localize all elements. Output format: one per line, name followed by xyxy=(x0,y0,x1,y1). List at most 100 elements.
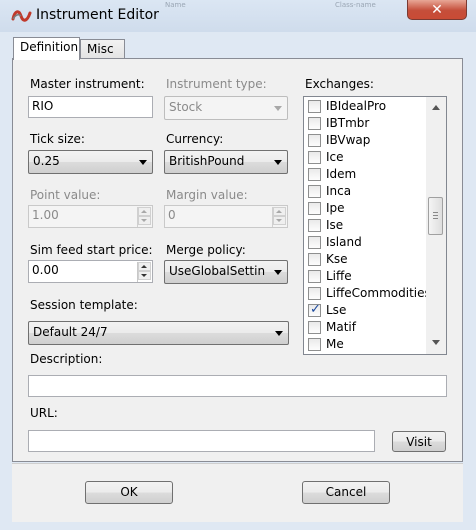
margin-value-label: Margin value: xyxy=(166,188,248,202)
chevron-down-icon xyxy=(274,160,282,165)
exchanges-label: Exchanges: xyxy=(305,77,374,91)
exchange-item[interactable]: IBTmbr xyxy=(305,115,425,132)
exchange-item[interactable]: Me xyxy=(305,336,425,353)
exchange-checkbox[interactable] xyxy=(308,134,321,147)
tab-definition[interactable]: Definition xyxy=(13,37,80,60)
exchange-checkbox[interactable] xyxy=(308,302,321,317)
scrollbar-thumb[interactable] xyxy=(428,197,443,235)
master-instrument-label: Master instrument: xyxy=(30,77,145,91)
merge-policy-label: Merge policy: xyxy=(166,243,246,257)
exchange-item[interactable]: Island xyxy=(305,234,425,251)
point-value-label: Point value: xyxy=(30,188,101,202)
exchange-item[interactable]: Inca xyxy=(305,183,425,200)
exchange-name: IBIdealPro xyxy=(326,99,387,113)
exchange-checkbox[interactable] xyxy=(308,338,321,351)
exchange-checkbox[interactable] xyxy=(308,100,321,113)
chevron-down-icon xyxy=(274,106,282,111)
session-template-value: Default 24/7 xyxy=(33,325,108,339)
tab-misc[interactable]: Misc xyxy=(80,39,125,59)
exchange-name: Kse xyxy=(326,252,348,266)
close-icon: ✕ xyxy=(431,1,443,18)
scroll-down-icon[interactable] xyxy=(432,340,440,345)
exchange-item[interactable]: Kse xyxy=(305,251,425,268)
exchange-name: Island xyxy=(326,235,362,249)
currency-value: BritishPound xyxy=(169,154,245,168)
sim-feed-start-price-label: Sim feed start price: xyxy=(30,243,153,257)
currency-label: Currency: xyxy=(166,132,224,146)
instrument-type-label: Instrument type: xyxy=(166,77,267,91)
exchange-checkbox[interactable] xyxy=(308,287,321,300)
exchange-name: Lse xyxy=(326,303,347,317)
exchange-name: Liffe xyxy=(326,269,352,283)
exchange-name: Ise xyxy=(326,218,344,232)
window-title: Instrument Editor xyxy=(36,7,159,23)
exchange-name: Ice xyxy=(326,150,344,164)
exchange-item[interactable]: Liffe xyxy=(305,268,425,285)
exchange-checkbox[interactable] xyxy=(308,168,321,181)
exchange-checkbox[interactable] xyxy=(308,185,321,198)
sim-feed-price-stepper[interactable] xyxy=(137,262,151,282)
dialog-footer xyxy=(12,463,463,522)
exchange-name: LiffeCommodities xyxy=(326,286,431,300)
background-column-label: Class-name xyxy=(335,1,376,9)
exchange-item[interactable]: Ipe xyxy=(305,200,425,217)
instrument-type-value: Stock xyxy=(169,100,203,114)
exchange-checkbox[interactable] xyxy=(308,117,321,130)
chevron-down-icon xyxy=(139,160,147,165)
arrow-up-icon xyxy=(276,210,282,213)
margin-value-input[interactable]: 0 xyxy=(164,205,288,228)
visit-button[interactable]: Visit xyxy=(392,431,446,452)
point-value-value: 1.00 xyxy=(32,208,59,222)
exchange-name: Inca xyxy=(326,184,352,198)
exchange-item[interactable]: Lse xyxy=(305,302,425,319)
exchange-item[interactable]: Ice xyxy=(305,149,425,166)
exchange-checkbox[interactable] xyxy=(308,219,321,232)
point-value-stepper[interactable] xyxy=(137,207,151,227)
cancel-button[interactable]: Cancel xyxy=(302,481,390,504)
exchange-checkbox[interactable] xyxy=(308,253,321,266)
exchange-name: Me xyxy=(326,337,344,351)
exchange-item[interactable]: IBVwap xyxy=(305,132,425,149)
currency-select[interactable]: BritishPound xyxy=(164,150,288,174)
session-template-label: Session template: xyxy=(30,298,138,312)
exchange-name: IBTmbr xyxy=(326,116,370,130)
margin-value-stepper[interactable] xyxy=(272,207,286,227)
exchanges-list[interactable]: Me Matif Lse LiffeCommodities Liffe Kse Island… xyxy=(303,96,447,355)
chevron-down-icon xyxy=(275,331,283,336)
description-label: Description: xyxy=(30,352,103,366)
exchange-checkbox[interactable] xyxy=(308,236,321,249)
url-input[interactable] xyxy=(28,430,375,452)
merge-policy-select[interactable]: UseGlobalSettin xyxy=(164,260,288,284)
exchange-item[interactable]: Matif xyxy=(305,319,425,336)
margin-value-value: 0 xyxy=(168,208,176,222)
exchange-checkbox[interactable] xyxy=(308,202,321,215)
tick-size-select[interactable]: 0.25 xyxy=(28,150,153,174)
session-template-select[interactable]: Default 24/7 xyxy=(28,321,289,345)
tick-size-value: 0.25 xyxy=(33,154,60,168)
scroll-up-icon[interactable] xyxy=(432,105,440,110)
exchange-checkbox[interactable] xyxy=(308,270,321,283)
close-button[interactable]: ✕ xyxy=(407,0,467,20)
description-input[interactable] xyxy=(28,375,447,397)
arrow-up-icon xyxy=(141,265,147,268)
url-label: URL: xyxy=(30,406,58,420)
background-column-label: Name xyxy=(165,1,186,9)
arrow-down-icon xyxy=(141,274,147,277)
tick-size-label: Tick size: xyxy=(30,132,85,146)
ok-button[interactable]: OK xyxy=(85,481,173,504)
exchange-name: IBVwap xyxy=(326,133,371,147)
exchange-item[interactable]: IBIdealPro xyxy=(305,98,425,115)
point-value-input[interactable]: 1.00 xyxy=(28,205,153,228)
arrow-down-icon xyxy=(141,219,147,222)
merge-policy-value: UseGlobalSettin xyxy=(169,264,266,278)
exchange-checkbox[interactable] xyxy=(308,151,321,164)
exchanges-scrollbar[interactable] xyxy=(426,97,446,354)
master-instrument-input[interactable]: RIO xyxy=(28,96,153,118)
arrow-up-icon xyxy=(141,210,147,213)
exchange-item[interactable]: Idem xyxy=(305,166,425,183)
exchange-checkbox[interactable] xyxy=(308,321,321,334)
sim-feed-start-price-input[interactable]: 0.00 xyxy=(28,260,153,283)
exchange-item[interactable]: Ise xyxy=(305,217,425,234)
instrument-type-select[interactable]: Stock xyxy=(164,96,288,120)
exchange-item[interactable]: LiffeCommodities xyxy=(305,285,431,302)
